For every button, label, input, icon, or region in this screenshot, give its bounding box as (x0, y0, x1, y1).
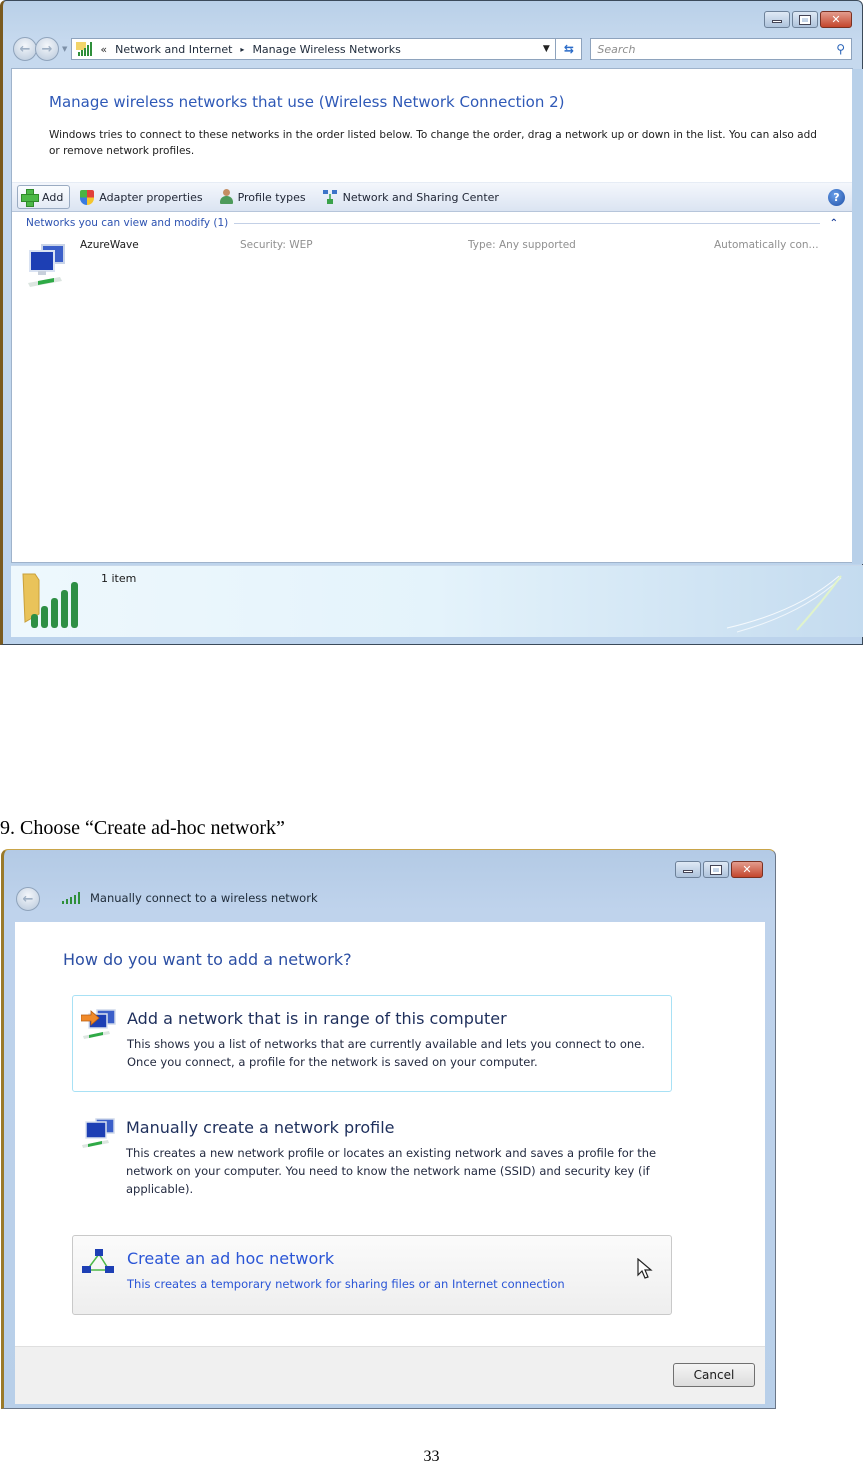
network-map-icon (322, 190, 337, 204)
minimize-button[interactable] (675, 861, 701, 878)
search-placeholder: Search (597, 42, 636, 56)
wireless-signal-icon (62, 892, 80, 904)
navigation-bar: ← → ▼ « Network and Internet ▸ Manage Wi… (13, 36, 852, 62)
item-count: 1 item (101, 572, 137, 585)
adapter-properties-label: Adapter properties (99, 190, 203, 204)
option-create-adhoc-network[interactable]: Create an ad hoc network This creates a … (72, 1235, 672, 1315)
window-title: Manually connect to a wireless network (62, 891, 318, 905)
breadcrumb-manage-wireless-networks[interactable]: Manage Wireless Networks (252, 43, 400, 56)
window-right-edge (852, 69, 863, 564)
step-caption: 9. Choose “Create ad-hoc network” (0, 817, 285, 839)
add-button[interactable]: Add (17, 185, 71, 209)
option-title: Manually create a network profile (126, 1118, 395, 1137)
address-bar[interactable]: « Network and Internet ▸ Manage Wireless… (71, 38, 557, 60)
breadcrumb-network-and-internet[interactable]: Network and Internet (115, 43, 232, 56)
close-icon: ✕ (831, 13, 841, 26)
minimize-icon (683, 870, 693, 873)
option-description: This creates a new network profile or lo… (126, 1146, 657, 1196)
page-number: 33 (423, 1448, 440, 1465)
wireless-signal-icon (76, 42, 93, 56)
window-controls: ✕ (675, 861, 763, 878)
group-title: Networks you can view and modify (1) (26, 217, 229, 229)
collapse-chevron-icon[interactable]: ⌃ (830, 218, 838, 229)
aero-swoosh-decoration (726, 575, 842, 633)
wireless-network-icon (28, 244, 65, 287)
profile-types-button[interactable]: Profile types (219, 185, 306, 209)
user-icon (219, 189, 233, 205)
network-list-item[interactable]: AzureWave Security: WEP Type: Any suppor… (24, 237, 863, 293)
network-arrow-icon (81, 1009, 116, 1039)
command-bar: Add Adapter properties Profile types Net… (12, 182, 853, 212)
maximize-button[interactable] (703, 861, 729, 878)
option-add-network-in-range[interactable]: Add a network that is in range of this c… (72, 995, 672, 1092)
network-connect-mode: Automatically con... (714, 239, 819, 251)
manually-connect-wizard-window: ✕ ← Manually connect to a wireless netwo… (1, 849, 776, 1409)
breadcrumb-separator-icon[interactable]: ▸ (240, 45, 244, 54)
search-icon[interactable]: ⚲ (836, 42, 845, 56)
help-icon[interactable]: ? (828, 189, 845, 206)
wizard-content: How do you want to add a network? Add a … (15, 922, 765, 1377)
details-pane: 1 item (11, 565, 863, 637)
maximize-icon (799, 14, 811, 25)
back-arrow-icon: ← (19, 41, 31, 57)
option-title: Create an ad hoc network (127, 1249, 335, 1268)
option-title: Add a network that is in range of this c… (127, 1009, 507, 1028)
close-button[interactable]: ✕ (820, 11, 852, 28)
networks-group-header[interactable]: Networks you can view and modify (1) ⌃ (26, 216, 838, 230)
shield-icon (80, 189, 95, 205)
forward-button[interactable]: → (35, 37, 59, 61)
maximize-button[interactable] (792, 11, 818, 28)
option-description: This shows you a list of networks that a… (127, 1037, 645, 1069)
content-pane: Manage wireless networks that use (Wirel… (11, 68, 863, 564)
close-button[interactable]: ✕ (731, 861, 763, 878)
window-controls: ✕ (764, 11, 852, 28)
network-sharing-center-label: Network and Sharing Center (342, 190, 499, 204)
wizard-footer: Cancel (15, 1346, 765, 1404)
window-title-text: Manually connect to a wireless network (90, 891, 318, 905)
back-button[interactable]: ← (13, 37, 37, 61)
add-plus-icon (21, 189, 39, 207)
page-description: Windows tries to connect to these networ… (49, 129, 817, 157)
wireless-folder-icon (22, 573, 78, 628)
close-icon: ✕ (742, 863, 752, 876)
refresh-icon: ⇆ (563, 42, 574, 56)
adhoc-network-icon (82, 1249, 114, 1273)
network-security: Security: WEP (240, 239, 313, 251)
search-input[interactable]: Search ⚲ (590, 38, 852, 60)
recent-pages-dropdown[interactable]: ▼ (62, 45, 67, 53)
network-computers-icon (82, 1118, 115, 1148)
profile-types-label: Profile types (237, 190, 306, 204)
page-title: Manage wireless networks that use (Wirel… (49, 93, 565, 111)
group-divider (234, 222, 820, 224)
maximize-icon (710, 864, 722, 875)
option-manually-create-profile[interactable]: Manually create a network profile This c… (72, 1105, 672, 1205)
cancel-button[interactable]: Cancel (673, 1363, 755, 1387)
back-arrow-icon: ← (22, 891, 34, 907)
option-description: This creates a temporary network for sha… (127, 1277, 565, 1291)
back-button[interactable]: ← (16, 887, 40, 911)
minimize-button[interactable] (764, 11, 790, 28)
network-sharing-center-button[interactable]: Network and Sharing Center (322, 185, 499, 209)
adapter-properties-button[interactable]: Adapter properties (80, 185, 203, 209)
address-dropdown-icon[interactable]: ▼ (537, 44, 555, 54)
wizard-question: How do you want to add a network? (63, 950, 352, 969)
mouse-pointer-icon (637, 1258, 653, 1279)
breadcrumb-overflow[interactable]: « (100, 43, 107, 56)
forward-arrow-icon: → (41, 41, 53, 57)
refresh-button[interactable]: ⇆ (556, 38, 583, 60)
network-type: Type: Any supported (468, 239, 576, 251)
network-name: AzureWave (80, 239, 139, 251)
add-label: Add (42, 190, 64, 204)
minimize-icon (772, 20, 782, 23)
manage-wireless-networks-window: ✕ ← → ▼ « Network and Internet ▸ Manage … (0, 0, 863, 645)
